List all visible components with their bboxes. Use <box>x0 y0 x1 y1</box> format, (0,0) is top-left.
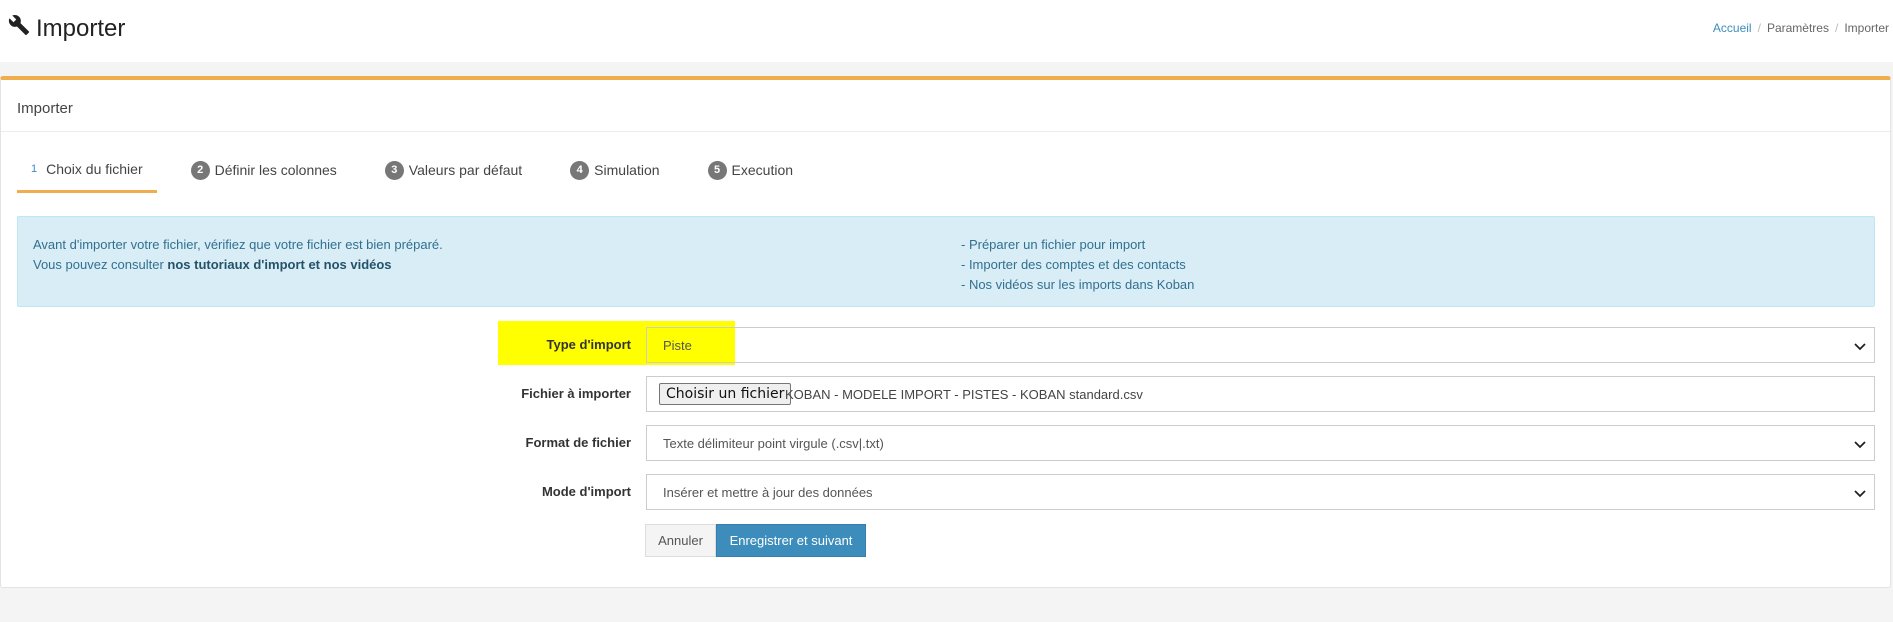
step-number: 2 <box>190 160 210 180</box>
chevron-down-icon <box>1854 441 1866 449</box>
tab-step-4[interactable]: 4 Simulation <box>556 159 673 193</box>
page-title: Importer <box>8 14 125 43</box>
form-row-type: Type d'import Piste <box>1 321 1892 365</box>
info-text: Avant d'importer votre fichier, vérifiez… <box>33 235 443 275</box>
step-number: 3 <box>384 160 404 180</box>
chevron-down-icon <box>1854 490 1866 498</box>
step-label: Simulation <box>594 162 660 178</box>
format-label: Format de fichier <box>525 435 631 450</box>
file-input[interactable]: Choisir un fichier KOBAN - MODELE IMPORT… <box>646 376 1875 412</box>
format-select[interactable]: Texte délimiteur point virgule (.csv|.tx… <box>646 425 1875 461</box>
save-next-button[interactable]: Enregistrer et suivant <box>716 524 866 557</box>
card-title: Importer <box>1 80 1890 132</box>
form-row-format: Format de fichier Texte délimiteur point… <box>1 425 1892 461</box>
breadcrumb-parametres[interactable]: Paramètres <box>1767 21 1829 35</box>
info-line-1: Avant d'importer votre fichier, vérifiez… <box>33 237 443 252</box>
type-import-label: Type d'import <box>546 337 631 352</box>
info-line-2: Vous pouvez consulter nos tutoriaux d'im… <box>33 255 443 275</box>
chevron-down-icon <box>1854 343 1866 351</box>
step-number: 4 <box>570 160 590 180</box>
tutorials-link[interactable]: nos tutoriaux d'import et nos vidéos <box>167 257 391 272</box>
type-import-value: Piste <box>663 338 692 353</box>
breadcrumb-current: Importer <box>1844 21 1889 35</box>
form-row-mode: Mode d'import Insérer et mettre à jour d… <box>1 474 1892 510</box>
tab-step-2[interactable]: 2 Définir les colonnes <box>177 159 351 193</box>
page-title-text: Importer <box>36 14 126 42</box>
breadcrumb-separator: / <box>1757 21 1761 35</box>
mode-value: Insérer et mettre à jour des données <box>663 485 873 500</box>
link-prepare-file[interactable]: - Préparer un fichier pour import <box>961 235 1194 255</box>
breadcrumb-separator: / <box>1834 21 1839 35</box>
mode-label: Mode d'import <box>541 484 631 499</box>
format-value: Texte délimiteur point virgule (.csv|.tx… <box>663 436 884 451</box>
type-import-select[interactable]: Piste <box>646 327 1875 363</box>
tab-step-1[interactable]: 1 Choix du fichier <box>17 159 157 193</box>
choose-file-button[interactable]: Choisir un fichier <box>659 383 792 405</box>
info-callout: Avant d'importer votre fichier, vérifiez… <box>17 216 1875 307</box>
link-import-videos[interactable]: - Nos vidéos sur les imports dans Koban <box>961 275 1194 295</box>
form-row-file: Fichier à importer Choisir un fichier KO… <box>1 376 1892 412</box>
file-name: KOBAN - MODELE IMPORT - PISTES - KOBAN s… <box>785 387 1143 402</box>
import-card: Importer 1 Choix du fichier 2 Définir le… <box>0 76 1891 588</box>
step-number: 1 <box>31 162 38 175</box>
step-tabs: 1 Choix du fichier 2 Définir les colonne… <box>17 159 827 193</box>
step-label: Choix du fichier <box>46 160 143 177</box>
tab-step-3[interactable]: 3 Valeurs par défaut <box>371 159 536 193</box>
wrench-icon <box>8 14 30 43</box>
mode-select[interactable]: Insérer et mettre à jour des données <box>646 474 1875 510</box>
breadcrumb-home[interactable]: Accueil <box>1713 21 1752 35</box>
cancel-button[interactable]: Annuler <box>645 524 716 557</box>
top-bar: Importer Accueil / Paramètres / Importer <box>0 0 1893 62</box>
info-links: - Préparer un fichier pour import - Impo… <box>961 235 1194 295</box>
step-label: Définir les colonnes <box>214 162 337 178</box>
step-label: Execution <box>731 162 794 178</box>
info-line-2-prefix: Vous pouvez consulter <box>33 257 168 272</box>
breadcrumb: Accueil / Paramètres / Importer <box>1713 21 1889 35</box>
link-import-accounts[interactable]: - Importer des comptes et des contacts <box>961 255 1194 275</box>
tab-step-5[interactable]: 5 Execution <box>694 159 807 193</box>
step-label: Valeurs par défaut <box>408 162 523 178</box>
step-number: 5 <box>707 160 727 180</box>
file-label: Fichier à importer <box>521 386 631 401</box>
